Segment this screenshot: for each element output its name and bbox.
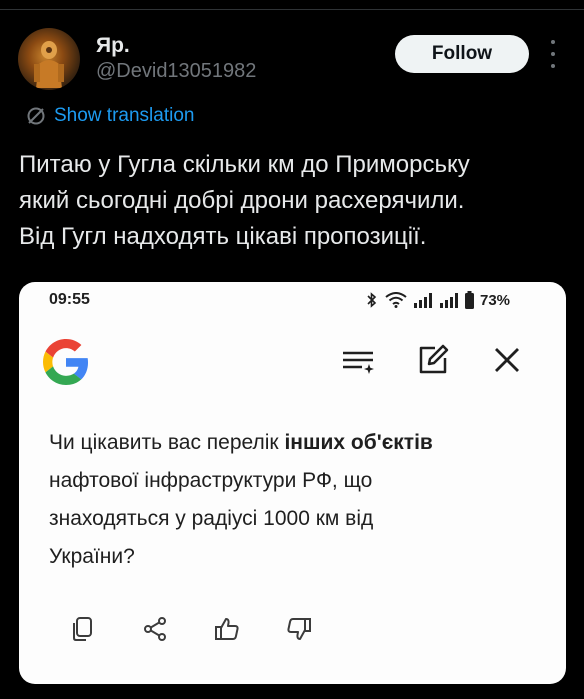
post-text: Питаю у Гугла скільки км до Приморську я…: [19, 147, 564, 255]
attached-image[interactable]: 09:55 73% Чи цікавить вас перелік інших …: [19, 282, 566, 684]
share-icon[interactable]: [141, 615, 169, 643]
user-handle[interactable]: @Devid13051982: [96, 60, 256, 83]
display-name[interactable]: Яр.: [96, 34, 130, 58]
post-text-line: Питаю у Гугла скільки км до Приморську: [19, 151, 470, 178]
more-options-icon[interactable]: [545, 40, 561, 68]
wifi-icon: [385, 292, 407, 308]
answer-line: нафтової інфраструктури РФ, що: [49, 469, 373, 492]
copy-icon[interactable]: [69, 615, 97, 643]
post-view: Яр. @Devid13051982 Follow Show translati…: [0, 0, 584, 699]
translate-icon: [27, 107, 45, 125]
divider: [0, 9, 584, 10]
thumbs-up-icon[interactable]: [213, 615, 241, 643]
show-translation-link[interactable]: Show translation: [26, 105, 194, 127]
battery-icon: [465, 291, 474, 309]
bluetooth-icon: [367, 292, 377, 308]
answer-line: знаходяться у радіусі 1000 км від: [49, 507, 374, 530]
show-translation-label: Show translation: [54, 105, 195, 126]
avatar[interactable]: [18, 28, 80, 90]
edit-icon[interactable]: [415, 342, 451, 378]
post-text-line: Від Гугл надходять цікаві пропозиції.: [19, 223, 427, 250]
assistant-answer: Чи цікавить вас перелік інших об'єктів н…: [49, 424, 529, 576]
list-sparkle-icon[interactable]: [340, 342, 376, 378]
post-text-line: який сьогодні добрі дрони расхерячили.: [19, 187, 465, 214]
thumbs-down-icon[interactable]: [285, 615, 313, 643]
answer-line: України?: [49, 545, 135, 568]
status-time: 09:55: [49, 291, 90, 308]
close-icon[interactable]: [489, 342, 525, 378]
answer-text: Чи цікавить вас перелік: [49, 431, 285, 454]
signal-icon: [440, 293, 458, 308]
status-icons: 73%: [365, 291, 510, 309]
follow-button[interactable]: Follow: [395, 35, 529, 73]
battery-percent: 73%: [480, 291, 511, 309]
answer-line: Чи цікавить вас перелік інших об'єктів: [49, 424, 529, 462]
signal-icon: [414, 293, 432, 308]
answer-bold-text: інших об'єктів: [284, 431, 433, 454]
google-g-icon: [43, 339, 89, 385]
